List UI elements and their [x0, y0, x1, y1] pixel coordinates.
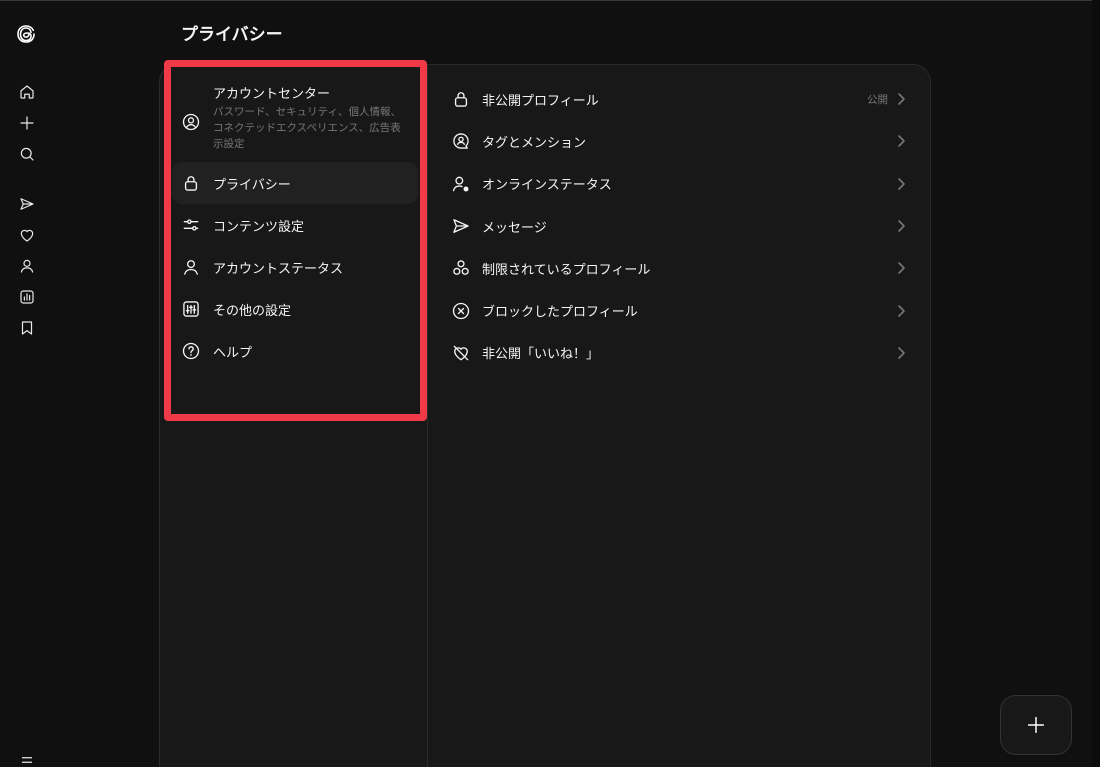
chevron-right-icon — [896, 134, 906, 148]
help-icon — [180, 340, 202, 362]
chevron-right-icon — [896, 304, 906, 318]
nav-item-other-settings[interactable]: その他の設定 — [172, 288, 418, 330]
row-restricted-profiles[interactable]: 制限されているプロフィール — [440, 247, 918, 289]
row-tags-mentions[interactable]: タグとメンション — [440, 120, 918, 162]
row-label: 非公開「いいね！」 — [482, 347, 600, 363]
row-online-status[interactable]: オンラインステータス — [440, 163, 918, 205]
row-label: 制限されているプロフィール — [482, 262, 651, 278]
lock-icon — [450, 88, 472, 110]
menu-icon[interactable] — [15, 748, 39, 767]
settings-box-icon — [180, 298, 202, 320]
nav-item-privacy[interactable]: プライバシー — [172, 162, 418, 204]
lock-icon — [180, 172, 202, 194]
row-value: 公開 — [867, 93, 888, 106]
nav-item-label: プライバシー — [213, 177, 291, 193]
person-icon[interactable] — [15, 254, 39, 278]
nav-item-account-status[interactable]: アカウントステータス — [172, 246, 418, 288]
send-icon[interactable] — [15, 192, 39, 216]
row-label: メッセージ — [482, 220, 547, 236]
row-blocked-profiles[interactable]: ブロックしたプロフィール — [440, 289, 918, 331]
sliders-icon — [180, 214, 202, 236]
nav-item-label: コンテンツ設定 — [213, 219, 305, 235]
block-icon — [450, 300, 472, 322]
threads-logo-icon[interactable] — [12, 20, 40, 48]
row-label: ブロックしたプロフィール — [482, 305, 638, 321]
heart-icon[interactable] — [15, 223, 39, 247]
restricted-icon — [450, 257, 472, 279]
chevron-right-icon — [896, 261, 906, 275]
chevron-right-icon — [896, 92, 906, 106]
mention-icon — [450, 130, 472, 152]
insights-icon[interactable] — [15, 285, 39, 309]
nav-item-label: アカウントステータス — [213, 261, 344, 277]
account-circle-icon — [180, 111, 202, 133]
nav-item-label: その他の設定 — [213, 303, 292, 319]
chevron-right-icon — [896, 177, 906, 191]
window-top-border — [0, 0, 1100, 1]
nav-item-help[interactable]: ヘルプ — [172, 330, 418, 372]
row-label: 非公開プロフィール — [482, 93, 599, 109]
account-center-item[interactable]: アカウントセンター パスワード、セキュリティ、個人情報、コネクテッドエクスペリエ… — [172, 78, 418, 162]
nav-item-content-settings[interactable]: コンテンツ設定 — [172, 204, 418, 246]
plus-icon — [1027, 716, 1045, 734]
person-icon — [180, 256, 202, 278]
account-center-subtitle: パスワード、セキュリティ、個人情報、コネクテッドエクスペリエンス、広告表示設定 — [213, 106, 401, 150]
new-post-button[interactable] — [1000, 695, 1072, 755]
hidden-like-icon — [450, 342, 472, 364]
row-label: タグとメンション — [482, 135, 587, 151]
nav-item-label: ヘルプ — [213, 345, 253, 361]
online-status-icon — [450, 173, 472, 195]
privacy-settings-list: 非公開プロフィール 公開 タグとメンション オンラインステータス メッセージ 制… — [440, 78, 918, 374]
account-center-title: アカウントセンター — [213, 87, 331, 102]
home-icon[interactable] — [15, 80, 39, 104]
row-label: オンラインステータス — [482, 178, 612, 194]
plus-icon[interactable] — [15, 111, 39, 135]
row-private-profile[interactable]: 非公開プロフィール 公開 — [440, 78, 918, 120]
scrollbar[interactable] — [1092, 0, 1100, 767]
panel-divider — [427, 64, 428, 767]
chevron-right-icon — [896, 219, 906, 233]
page-title: プライバシー — [181, 25, 283, 45]
left-rail — [0, 0, 54, 767]
bookmark-icon[interactable] — [15, 316, 39, 340]
row-hidden-likes[interactable]: 非公開「いいね！」 — [440, 332, 918, 374]
settings-nav: アカウントセンター パスワード、セキュリティ、個人情報、コネクテッドエクスペリエ… — [172, 78, 418, 372]
row-messages[interactable]: メッセージ — [440, 205, 918, 247]
chevron-right-icon — [896, 346, 906, 360]
send-icon — [450, 215, 472, 237]
search-icon[interactable] — [15, 142, 39, 166]
